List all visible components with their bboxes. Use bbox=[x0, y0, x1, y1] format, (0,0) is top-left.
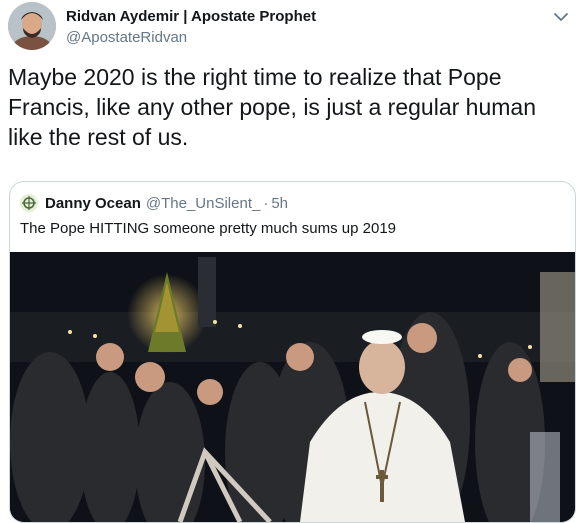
quoted-author-handle[interactable]: @The_UnSilent_ bbox=[146, 195, 260, 212]
video-thumbnail-image bbox=[10, 252, 575, 522]
quoted-timestamp[interactable]: 5h bbox=[271, 195, 288, 212]
author-handle[interactable]: @ApostateRidvan bbox=[66, 29, 316, 47]
author-display-name[interactable]: Ridvan Aydemir | Apostate Prophet bbox=[66, 8, 316, 26]
quoted-author-name[interactable]: Danny Ocean bbox=[45, 195, 141, 212]
quoted-tweet[interactable]: Danny Ocean @The_UnSilent_ · 5h The Pope… bbox=[9, 181, 576, 523]
quoted-author-avatar[interactable] bbox=[20, 194, 38, 212]
video-thumbnail[interactable] bbox=[10, 252, 575, 522]
quoted-separator: · bbox=[263, 194, 269, 212]
chevron-down-icon[interactable] bbox=[552, 8, 570, 26]
author-avatar[interactable] bbox=[8, 2, 56, 50]
author-info: Ridvan Aydemir | Apostate Prophet @Apost… bbox=[66, 8, 316, 47]
tweet-text: Maybe 2020 is the right time to realize … bbox=[8, 64, 536, 150]
quoted-tweet-header: Danny Ocean @The_UnSilent_ · 5h bbox=[20, 193, 288, 213]
author-avatar-image bbox=[8, 2, 56, 50]
quoted-tweet-text: The Pope HITTING someone pretty much sum… bbox=[20, 220, 397, 237]
